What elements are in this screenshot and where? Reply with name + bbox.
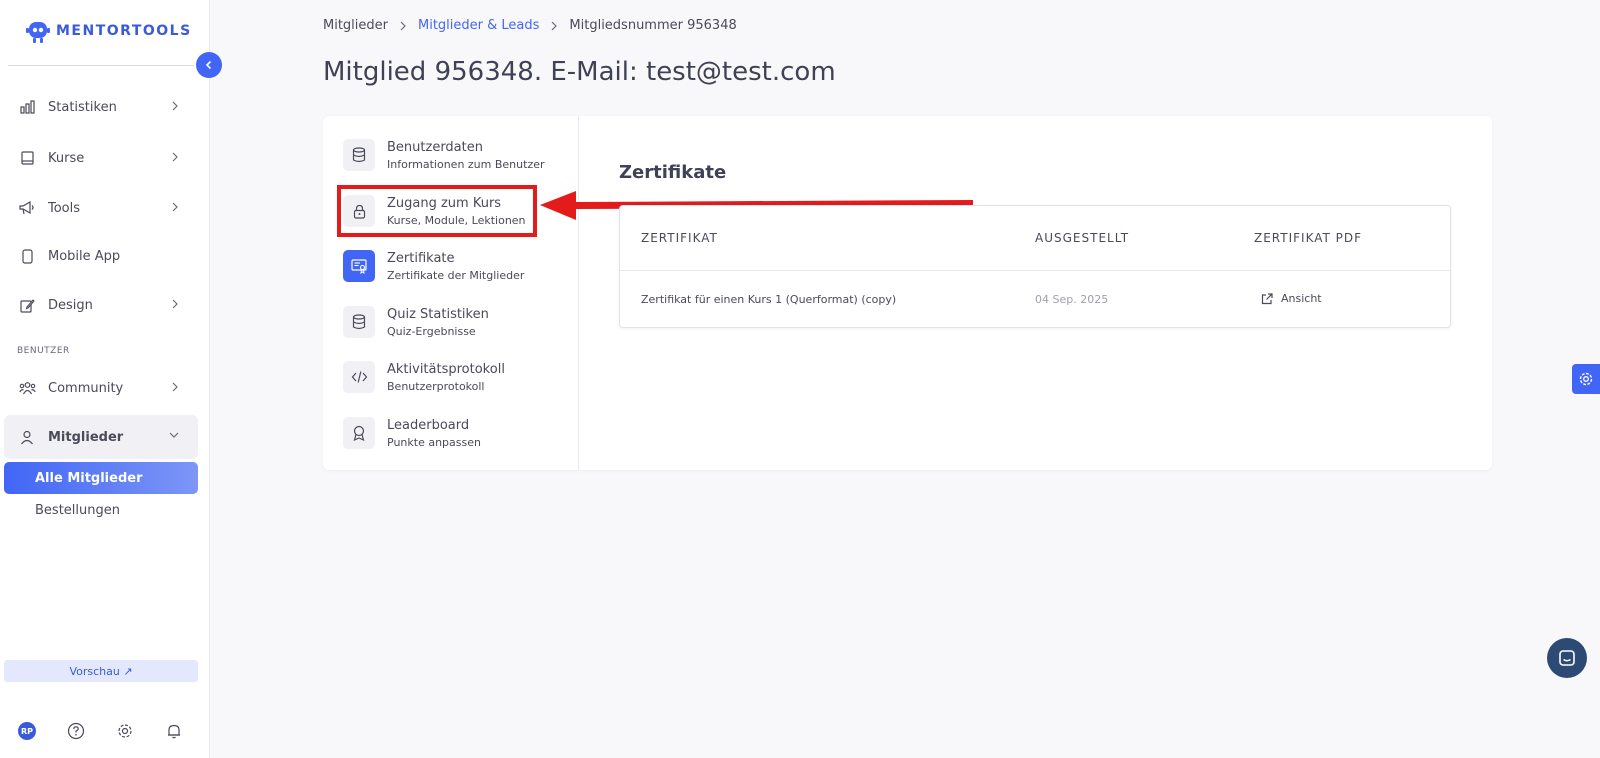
database-icon [343, 306, 375, 338]
breadcrumb-item-leads[interactable]: Mitglieder & Leads [418, 18, 539, 33]
menu-item-subtitle: Punkte anpassen [387, 435, 481, 449]
certificates-table: ZERTIFIKAT AUSGESTELLT ZERTIFIKAT PDF Ze… [619, 205, 1451, 328]
menu-item-subtitle: Benutzerprotokoll [387, 379, 485, 393]
user-icon [18, 428, 36, 446]
certificate-icon [343, 250, 375, 282]
menu-item-quiz-statistiken[interactable]: Quiz Statistiken Quiz-Ergebnisse [343, 300, 558, 344]
sidebar-item-label: Design [48, 297, 93, 313]
chevron-right-icon [172, 202, 178, 212]
sidebar-item-label: Mitglieder [48, 429, 124, 445]
collapse-sidebar-button[interactable] [196, 52, 222, 78]
menu-item-aktivitaetsprotokoll[interactable]: Aktivitätsprotokoll Benutzerprotokoll [343, 355, 558, 399]
breadcrumb-item-mitglieder[interactable]: Mitglieder [323, 18, 388, 33]
sidebar-item-community[interactable]: Community [4, 366, 198, 410]
column-header-zertifikat: ZERTIFIKAT [641, 231, 718, 245]
sidebar-item-label: Community [48, 380, 124, 396]
sidebar-item-label: Statistiken [48, 99, 117, 115]
sidebar-footer: RP [18, 722, 183, 740]
chevron-right-icon [172, 299, 178, 309]
sidebar-section-label: BENUTZER [17, 346, 70, 356]
chevron-right-icon [172, 101, 178, 111]
logo-text: MENTORTOOLS [56, 23, 192, 39]
menu-item-title: Aktivitätsprotokoll [387, 361, 505, 377]
menu-item-title: Leaderboard [387, 417, 470, 433]
breadcrumb-item-current: Mitgliedsnummer 956348 [569, 18, 737, 33]
menu-item-zertifikate[interactable]: Zertifikate Zertifikate der Mitglieder [343, 244, 558, 288]
column-header-ausgestellt: AUSGESTELLT [1035, 231, 1130, 245]
phone-icon [18, 247, 36, 265]
robot-logo-icon [26, 22, 50, 43]
floating-settings-button[interactable] [1572, 364, 1600, 394]
chat-launcher-button[interactable] [1547, 638, 1587, 678]
edit-icon [18, 296, 36, 314]
menu-item-subtitle: Quiz-Ergebnisse [387, 324, 476, 338]
users-icon [18, 379, 36, 397]
help-icon[interactable] [67, 722, 85, 740]
book-icon [18, 149, 36, 167]
highlight-box [337, 185, 537, 237]
sidebar-item-label: Mobile App [48, 248, 121, 264]
sidebar-subitem-bestellungen[interactable]: Bestellungen [4, 494, 198, 526]
chevron-right-icon [551, 21, 558, 30]
preview-button[interactable]: Vorschau ↗ [4, 660, 198, 682]
certificate-name: Zertifikat für einen Kurs 1 (Querformat)… [641, 293, 897, 306]
settings-icon[interactable] [116, 722, 134, 740]
member-menu: Benutzerdaten Informationen zum Benutzer… [323, 116, 579, 470]
menu-item-leaderboard[interactable]: Leaderboard Punkte anpassen [343, 411, 558, 455]
page-title: Mitglied 956348. E-Mail: test@test.com [323, 57, 836, 87]
code-icon [343, 361, 375, 393]
avatar[interactable]: RP [18, 722, 36, 740]
certificates-title: Zertifikate [619, 162, 727, 183]
sidebar-item-statistiken[interactable]: Statistiken [4, 85, 198, 129]
bell-icon[interactable] [165, 722, 183, 740]
menu-item-subtitle: Zertifikate der Mitglieder [387, 268, 525, 282]
menu-item-title: Zertifikate [387, 250, 455, 266]
bar-chart-icon [18, 98, 36, 116]
menu-item-benutzerdaten[interactable]: Benutzerdaten Informationen zum Benutzer [343, 133, 558, 177]
database-icon [343, 139, 375, 171]
logo[interactable]: MENTORTOOLS [26, 18, 192, 44]
certificate-date: 04 Sep. 2025 [1035, 293, 1109, 306]
table-divider [620, 270, 1450, 271]
external-link-icon [1261, 292, 1273, 304]
menu-item-title: Quiz Statistiken [387, 306, 489, 322]
chevron-right-icon [172, 152, 178, 162]
menu-item-title: Benutzerdaten [387, 139, 483, 155]
chevron-right-icon [400, 21, 406, 30]
sidebar-subitem-alle-mitglieder[interactable]: Alle Mitglieder [4, 462, 198, 494]
sidebar-item-design[interactable]: Design [4, 283, 198, 327]
sidebar-item-mitglieder[interactable]: Mitglieder [4, 415, 198, 459]
sidebar: MENTORTOOLS Statistiken Kurse Tools Mobi… [0, 0, 222, 758]
gear-icon [1579, 372, 1593, 386]
sidebar-item-kurse[interactable]: Kurse [4, 136, 198, 180]
sidebar-divider [8, 65, 194, 66]
sidebar-item-mobile-app[interactable]: Mobile App [4, 234, 198, 278]
sidebar-item-tools[interactable]: Tools [4, 186, 198, 230]
chevron-down-icon [169, 432, 179, 438]
chevron-right-icon [172, 382, 178, 392]
megaphone-icon [18, 199, 36, 217]
breadcrumb: Mitglieder Mitglieder & Leads Mitgliedsn… [323, 18, 737, 33]
award-icon [343, 417, 375, 449]
menu-item-subtitle: Informationen zum Benutzer [387, 157, 545, 171]
view-certificate-link[interactable]: Ansicht [1261, 292, 1322, 305]
column-header-zertifikat-pdf: ZERTIFIKAT PDF [1254, 231, 1363, 245]
sidebar-item-label: Tools [48, 200, 81, 216]
view-link-label: Ansicht [1281, 292, 1322, 305]
chevron-left-icon [205, 60, 212, 70]
sidebar-item-label: Kurse [48, 150, 85, 166]
chat-icon [1559, 650, 1575, 666]
